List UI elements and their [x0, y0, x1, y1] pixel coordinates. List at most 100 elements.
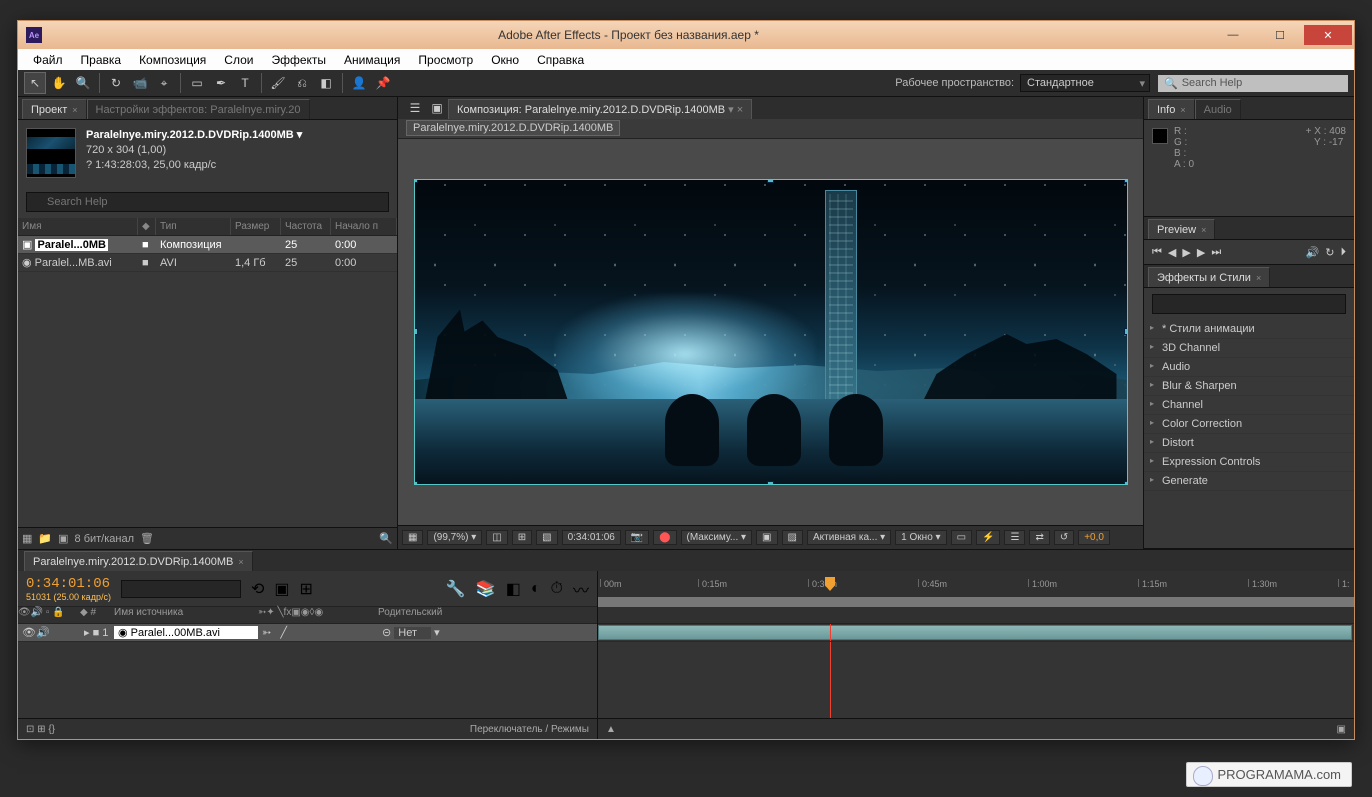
fx-category[interactable]: Blur & Sharpen: [1144, 377, 1354, 396]
fx-category[interactable]: Generate: [1144, 472, 1354, 491]
safe-zones-icon[interactable]: ⊞: [512, 530, 532, 545]
fx-category[interactable]: Expression Controls: [1144, 453, 1354, 472]
workspace-dropdown[interactable]: Стандартное: [1020, 74, 1150, 92]
menu-composition[interactable]: Композиция: [130, 51, 215, 69]
camera-dropdown[interactable]: Активная ка... ▾: [807, 530, 891, 545]
loop-icon[interactable]: ↻: [1325, 246, 1334, 259]
composition-viewer[interactable]: [398, 139, 1143, 525]
titlebar[interactable]: Ae Adobe After Effects - Проект без назв…: [18, 21, 1354, 49]
current-timecode[interactable]: 0:34:01:06: [26, 576, 111, 592]
menu-effects[interactable]: Эффекты: [262, 51, 335, 69]
search-help-input[interactable]: 🔍Search Help: [1158, 75, 1348, 92]
comp-button-icon[interactable]: ▣: [1337, 724, 1346, 735]
hand-tool-icon[interactable]: ✋: [48, 72, 70, 94]
rotation-tool-icon[interactable]: ↻: [105, 72, 127, 94]
search-icon[interactable]: 🔍: [379, 532, 393, 545]
camera-tool-icon[interactable]: 📹: [129, 72, 151, 94]
first-frame-icon[interactable]: ⏮: [1152, 246, 1162, 259]
snapshot-icon[interactable]: 📷: [625, 530, 649, 545]
fx-category[interactable]: Distort: [1144, 434, 1354, 453]
timecode-display[interactable]: 0:34:01:06: [562, 530, 621, 545]
tab-effect-controls[interactable]: Настройки эффектов: Paralelnye.miry.20: [87, 99, 310, 119]
tl-icon[interactable]: 📚: [476, 579, 496, 599]
tl-icon[interactable]: ⊞: [299, 579, 312, 599]
tab-timeline[interactable]: Paralelnye.miry.2012.D.DVDRip.1400MB×: [24, 551, 253, 571]
prev-frame-icon[interactable]: ◀: [1168, 246, 1176, 259]
project-row-comp[interactable]: ▣ Paralel...0MB ■ Композиция 25 0:00: [18, 236, 397, 254]
next-frame-icon[interactable]: ▶: [1197, 246, 1205, 259]
tl-icon[interactable]: ⏱: [551, 580, 563, 598]
menu-help[interactable]: Справка: [528, 51, 593, 69]
rectangle-tool-icon[interactable]: ▭: [186, 72, 208, 94]
menu-file[interactable]: Файл: [24, 51, 72, 69]
menu-window[interactable]: Окно: [482, 51, 528, 69]
timeline-search-input[interactable]: [121, 580, 241, 598]
pan-behind-tool-icon[interactable]: ⌖: [153, 72, 175, 94]
minimize-button[interactable]: —: [1210, 25, 1256, 45]
toggle-switches-icon[interactable]: ⊡ ⊞ {}: [26, 724, 55, 735]
pen-tool-icon[interactable]: ✒: [210, 72, 232, 94]
timeline-ruler[interactable]: 00m 0:15m 0:30m 0:45m 1:00m 1:15m 1:30m …: [598, 571, 1354, 607]
project-search-input[interactable]: [26, 192, 389, 212]
selection-tool-icon[interactable]: ↖: [24, 72, 46, 94]
fx-category[interactable]: Audio: [1144, 358, 1354, 377]
tl-icon[interactable]: 〰: [573, 577, 589, 601]
zoom-tool-icon[interactable]: 🔍: [72, 72, 94, 94]
footage-preview[interactable]: [414, 179, 1128, 485]
fx-category[interactable]: * Стили анимации: [1144, 320, 1354, 339]
fx-category[interactable]: 3D Channel: [1144, 339, 1354, 358]
roto-tool-icon[interactable]: 👤: [348, 72, 370, 94]
zoom-in-icon[interactable]: ▲: [606, 724, 616, 735]
fast-preview-icon[interactable]: ⚡: [976, 530, 1000, 545]
tab-preview[interactable]: Preview×: [1148, 219, 1215, 239]
tab-info[interactable]: Info×: [1148, 99, 1195, 119]
tl-icon[interactable]: ⟲: [251, 579, 264, 599]
fx-category[interactable]: Color Correction: [1144, 415, 1354, 434]
tl-icon[interactable]: ◐: [531, 580, 541, 598]
type-tool-icon[interactable]: T: [234, 72, 256, 94]
comp-flow-icon[interactable]: ⇄: [1029, 530, 1049, 545]
fx-category[interactable]: Channel: [1144, 396, 1354, 415]
tab-effects[interactable]: Эффекты и Стили×: [1148, 267, 1270, 287]
play-icon[interactable]: ▶: [1182, 246, 1190, 259]
timeline-btn-icon[interactable]: ☰: [1004, 530, 1025, 545]
views-dropdown[interactable]: 1 Окно ▾: [895, 530, 946, 545]
tl-icon[interactable]: 🔧: [446, 579, 466, 599]
new-comp-icon[interactable]: ▣: [58, 532, 68, 545]
layer-clip[interactable]: [598, 625, 1352, 640]
trash-icon[interactable]: 🗑: [140, 532, 154, 545]
effects-search-input[interactable]: [1152, 294, 1346, 314]
menu-layers[interactable]: Слои: [215, 51, 262, 69]
comp-breadcrumb[interactable]: Paralelnye.miry.2012.D.DVDRip.1400MB: [398, 119, 1143, 139]
eraser-tool-icon[interactable]: ◧: [315, 72, 337, 94]
timeline-layer-row[interactable]: 👁🔊 ▸ ■ 1 ◉ Paralel...00MB.avi ➳ ╱ ⊝ Нет …: [18, 624, 597, 642]
transparency-icon[interactable]: ▨: [782, 530, 803, 545]
clone-tool-icon[interactable]: ⎌: [291, 72, 313, 94]
channel-icon[interactable]: ⬤: [653, 530, 676, 545]
tl-icon[interactable]: ▣: [274, 579, 289, 599]
brush-tool-icon[interactable]: 🖌: [267, 72, 289, 94]
resolution-icon[interactable]: ◫: [486, 530, 507, 545]
puppet-tool-icon[interactable]: 📌: [372, 72, 394, 94]
exposure-value[interactable]: +0,0: [1078, 530, 1110, 545]
mask-icon[interactable]: ▧: [536, 530, 557, 545]
roi-icon[interactable]: ▣: [756, 530, 777, 545]
menu-animation[interactable]: Анимация: [335, 51, 409, 69]
pixel-aspect-icon[interactable]: ▭: [951, 530, 972, 545]
resolution-dropdown[interactable]: (Максиму... ▾: [681, 530, 753, 545]
menu-edit[interactable]: Правка: [72, 51, 131, 69]
interpret-footage-icon[interactable]: ▦: [22, 532, 32, 545]
tab-audio[interactable]: Audio: [1195, 99, 1241, 119]
new-folder-icon[interactable]: 📁: [38, 532, 52, 545]
mute-icon[interactable]: 🔊: [1306, 246, 1320, 259]
flowchart-icon[interactable]: ☰: [404, 97, 426, 119]
timeline-track[interactable]: [598, 624, 1354, 642]
tl-icon[interactable]: ◧: [506, 579, 521, 599]
project-row-avi[interactable]: ◉ Paralel...MB.avi ■ AVI 1,4 Гб 25 0:00: [18, 254, 397, 272]
maximize-button[interactable]: ☐: [1257, 25, 1303, 45]
menu-view[interactable]: Просмотр: [409, 51, 482, 69]
bpc-toggle[interactable]: 8 бит/канал: [75, 533, 135, 545]
switches-modes-toggle[interactable]: Переключатель / Режимы: [470, 724, 589, 735]
zoom-dropdown[interactable]: (99,7%) ▾: [427, 530, 482, 545]
tab-project[interactable]: Проект×: [22, 99, 87, 119]
